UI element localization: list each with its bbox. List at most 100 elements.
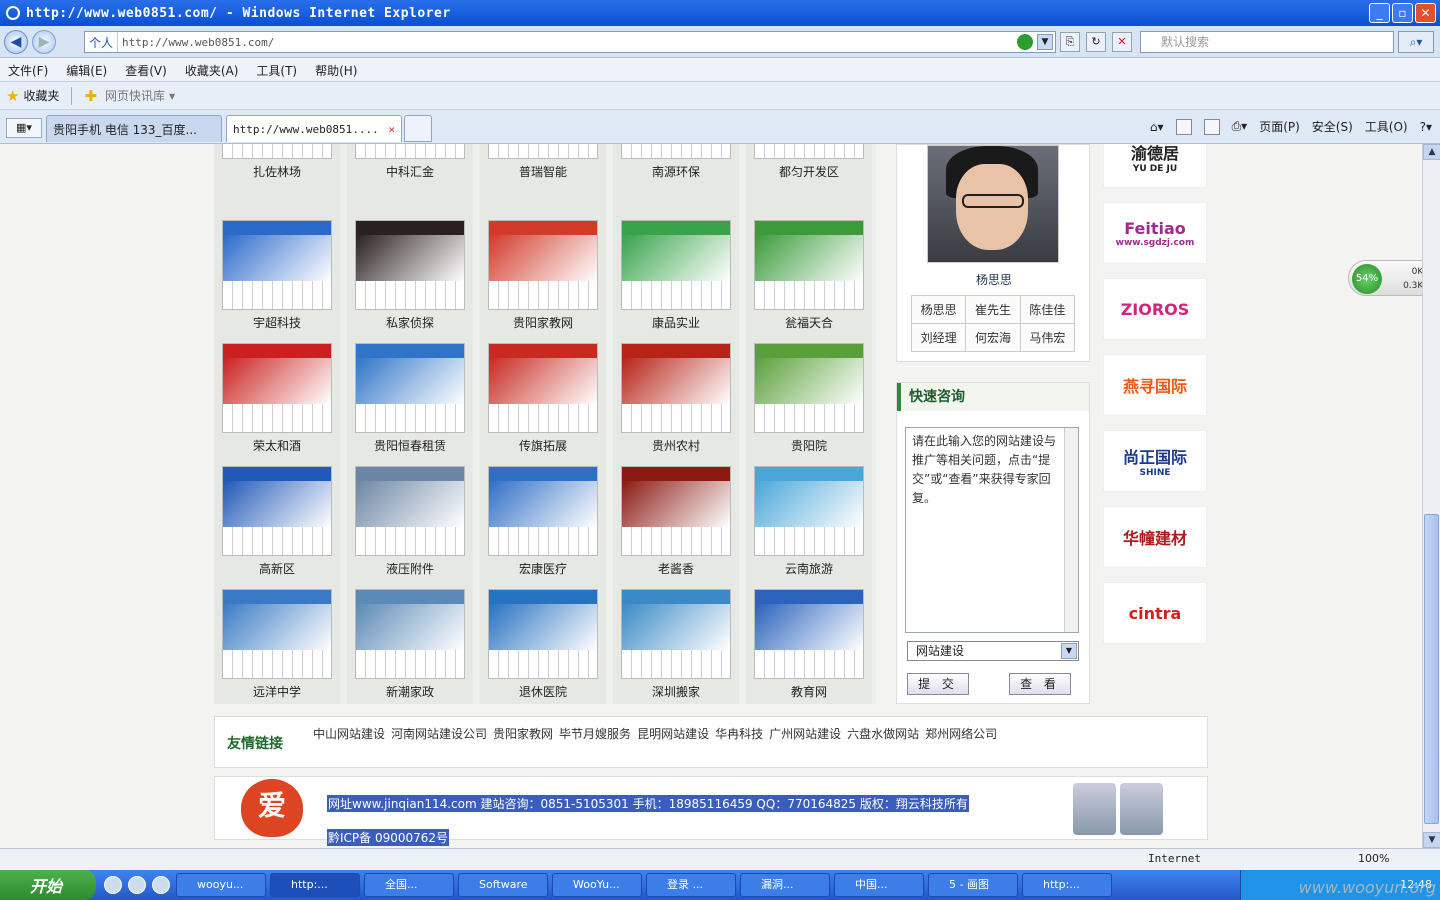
case-caption[interactable]: 深圳搬家 [613, 683, 739, 700]
case-item[interactable]: 都匀开发区 [746, 144, 872, 190]
chevron-down-icon[interactable]: ▾ [169, 89, 175, 103]
case-caption[interactable]: 扎佐林场 [214, 163, 340, 180]
menu-help[interactable]: 帮助(H) [315, 62, 357, 79]
textarea-scrollbar[interactable] [1064, 428, 1078, 632]
tools-menu[interactable]: 工具(O) [1365, 118, 1408, 135]
minimize-button[interactable]: _ [1369, 3, 1390, 23]
case-thumbnail[interactable] [621, 589, 731, 679]
case-caption[interactable]: 都匀开发区 [746, 163, 872, 180]
case-item[interactable]: 中科汇金 [347, 144, 473, 190]
menu-edit[interactable]: 编辑(E) [66, 62, 107, 79]
case-item[interactable]: 云南旅游 [746, 464, 872, 587]
case-item[interactable]: 教育网 [746, 587, 872, 710]
quicklaunch-icon[interactable] [128, 876, 146, 894]
friend-link[interactable]: 毕节月嫂服务 [559, 727, 631, 741]
case-item[interactable]: 康品实业 [613, 218, 739, 341]
scroll-thumb[interactable] [1424, 514, 1439, 824]
case-thumbnail[interactable] [621, 343, 731, 433]
case-thumbnail[interactable] [621, 220, 731, 310]
case-caption[interactable]: 高新区 [214, 560, 340, 577]
back-button[interactable]: ◀ [4, 29, 28, 54]
case-item[interactable]: 液压附件 [347, 464, 473, 587]
case-thumbnail[interactable] [355, 220, 465, 310]
staff-cell[interactable]: 陈佳佳 [1019, 295, 1076, 324]
address-dropdown-icon[interactable]: ▼ [1037, 34, 1053, 50]
case-item[interactable]: 宇超科技 [214, 218, 340, 341]
net-speed-meter[interactable]: 54% 0K/s 0.3K/s [1348, 260, 1422, 296]
partner-logo[interactable]: 燕寻国际 [1103, 354, 1207, 416]
case-item[interactable]: 高新区 [214, 464, 340, 587]
case-item[interactable]: 普瑞智能 [480, 144, 606, 190]
taskbar-button[interactable]: http:... [270, 873, 360, 897]
taskbar-button[interactable]: Software [458, 873, 548, 897]
case-caption[interactable]: 老酱香 [613, 560, 739, 577]
case-caption[interactable]: 荣太和酒 [214, 437, 340, 454]
quicklaunch-icon[interactable] [104, 876, 122, 894]
case-thumbnail[interactable] [754, 589, 864, 679]
case-item[interactable]: 新潮家政 [347, 587, 473, 710]
case-thumbnail[interactable] [621, 466, 731, 556]
case-caption[interactable]: 新潮家政 [347, 683, 473, 700]
feeds-icon[interactable] [1175, 118, 1192, 135]
vertical-scrollbar[interactable]: ▲ ▼ [1422, 144, 1440, 848]
friend-link[interactable]: 郑州网络公司 [925, 727, 997, 741]
consult-category-select[interactable]: 网站建设 ▼ [907, 641, 1079, 661]
maximize-button[interactable]: ▫ [1392, 3, 1413, 23]
staff-name[interactable]: 杨思思 [897, 271, 1091, 288]
case-thumbnail[interactable] [355, 466, 465, 556]
mail-icon[interactable] [1203, 118, 1220, 135]
new-tab-button[interactable] [404, 115, 432, 142]
case-thumbnail[interactable] [488, 144, 598, 159]
staff-cell[interactable]: 马伟宏 [1019, 323, 1076, 352]
police-badges[interactable] [1073, 783, 1163, 835]
search-input[interactable]: 默认搜索 [1140, 31, 1394, 53]
taskbar-button[interactable]: 5 - 画图 [928, 873, 1018, 897]
case-thumbnail[interactable] [488, 343, 598, 433]
case-caption[interactable]: 私家侦探 [347, 314, 473, 331]
case-thumbnail[interactable] [222, 343, 332, 433]
taskbar-button[interactable]: WooYu... [552, 873, 642, 897]
case-item[interactable]: 宏康医疗 [480, 464, 606, 587]
friend-link[interactable]: 华冉科技 [715, 727, 763, 741]
case-thumbnail[interactable] [355, 343, 465, 433]
case-caption[interactable]: 宏康医疗 [480, 560, 606, 577]
case-item[interactable]: 传旗拓展 [480, 341, 606, 464]
case-item[interactable]: 贵阳院 [746, 341, 872, 464]
partner-logo[interactable]: 渝德居 YU DE JU [1103, 144, 1207, 188]
case-caption[interactable]: 瓮福天合 [746, 314, 872, 331]
staff-cell[interactable]: 刘经理 [910, 323, 967, 352]
case-item[interactable]: 贵阳家教网 [480, 218, 606, 341]
tab-close-icon[interactable]: ✕ [388, 123, 395, 136]
case-item[interactable]: 瓮福天合 [746, 218, 872, 341]
case-caption[interactable]: 贵阳家教网 [480, 314, 606, 331]
quicklaunch-icon[interactable] [152, 876, 170, 894]
address-bar[interactable]: 个人 http://www.web0851.com/ ▼ [84, 31, 1056, 53]
case-item[interactable]: 退休医院 [480, 587, 606, 710]
case-thumbnail[interactable] [222, 589, 332, 679]
taskbar-button[interactable]: http:... [1022, 873, 1112, 897]
friend-link[interactable]: 广州网站建设 [769, 727, 841, 741]
scroll-up-icon[interactable]: ▲ [1423, 144, 1440, 160]
case-thumbnail[interactable] [222, 466, 332, 556]
menu-favorites[interactable]: 收藏夹(A) [185, 62, 239, 79]
safety-menu[interactable]: 安全(S) [1312, 118, 1353, 135]
forward-button[interactable]: ▶ [32, 29, 56, 54]
case-thumbnail[interactable] [488, 220, 598, 310]
taskbar-button[interactable]: 漏洞... [740, 873, 830, 897]
case-item[interactable]: 老酱香 [613, 464, 739, 587]
case-thumbnail[interactable] [621, 144, 731, 159]
menu-view[interactable]: 查看(V) [125, 62, 167, 79]
case-caption[interactable]: 云南旅游 [746, 560, 872, 577]
scroll-down-icon[interactable]: ▼ [1423, 832, 1440, 848]
stop-icon[interactable]: ✕ [1112, 32, 1132, 52]
partner-logo[interactable]: Feitiao www.sgdzj.com [1103, 202, 1207, 264]
partner-logo[interactable]: cintra [1103, 582, 1207, 644]
staff-cell[interactable]: 何宏海 [965, 323, 1021, 352]
favorites-button[interactable]: 收藏夹 [23, 87, 59, 104]
view-button[interactable]: 查 看 [1009, 673, 1071, 695]
case-thumbnail[interactable] [488, 589, 598, 679]
add-favorite-icon[interactable]: ✚ [84, 87, 97, 105]
start-button[interactable]: 开始 [0, 870, 96, 900]
menu-file[interactable]: 文件(F) [8, 62, 48, 79]
friend-link[interactable]: 昆明网站建设 [637, 727, 709, 741]
